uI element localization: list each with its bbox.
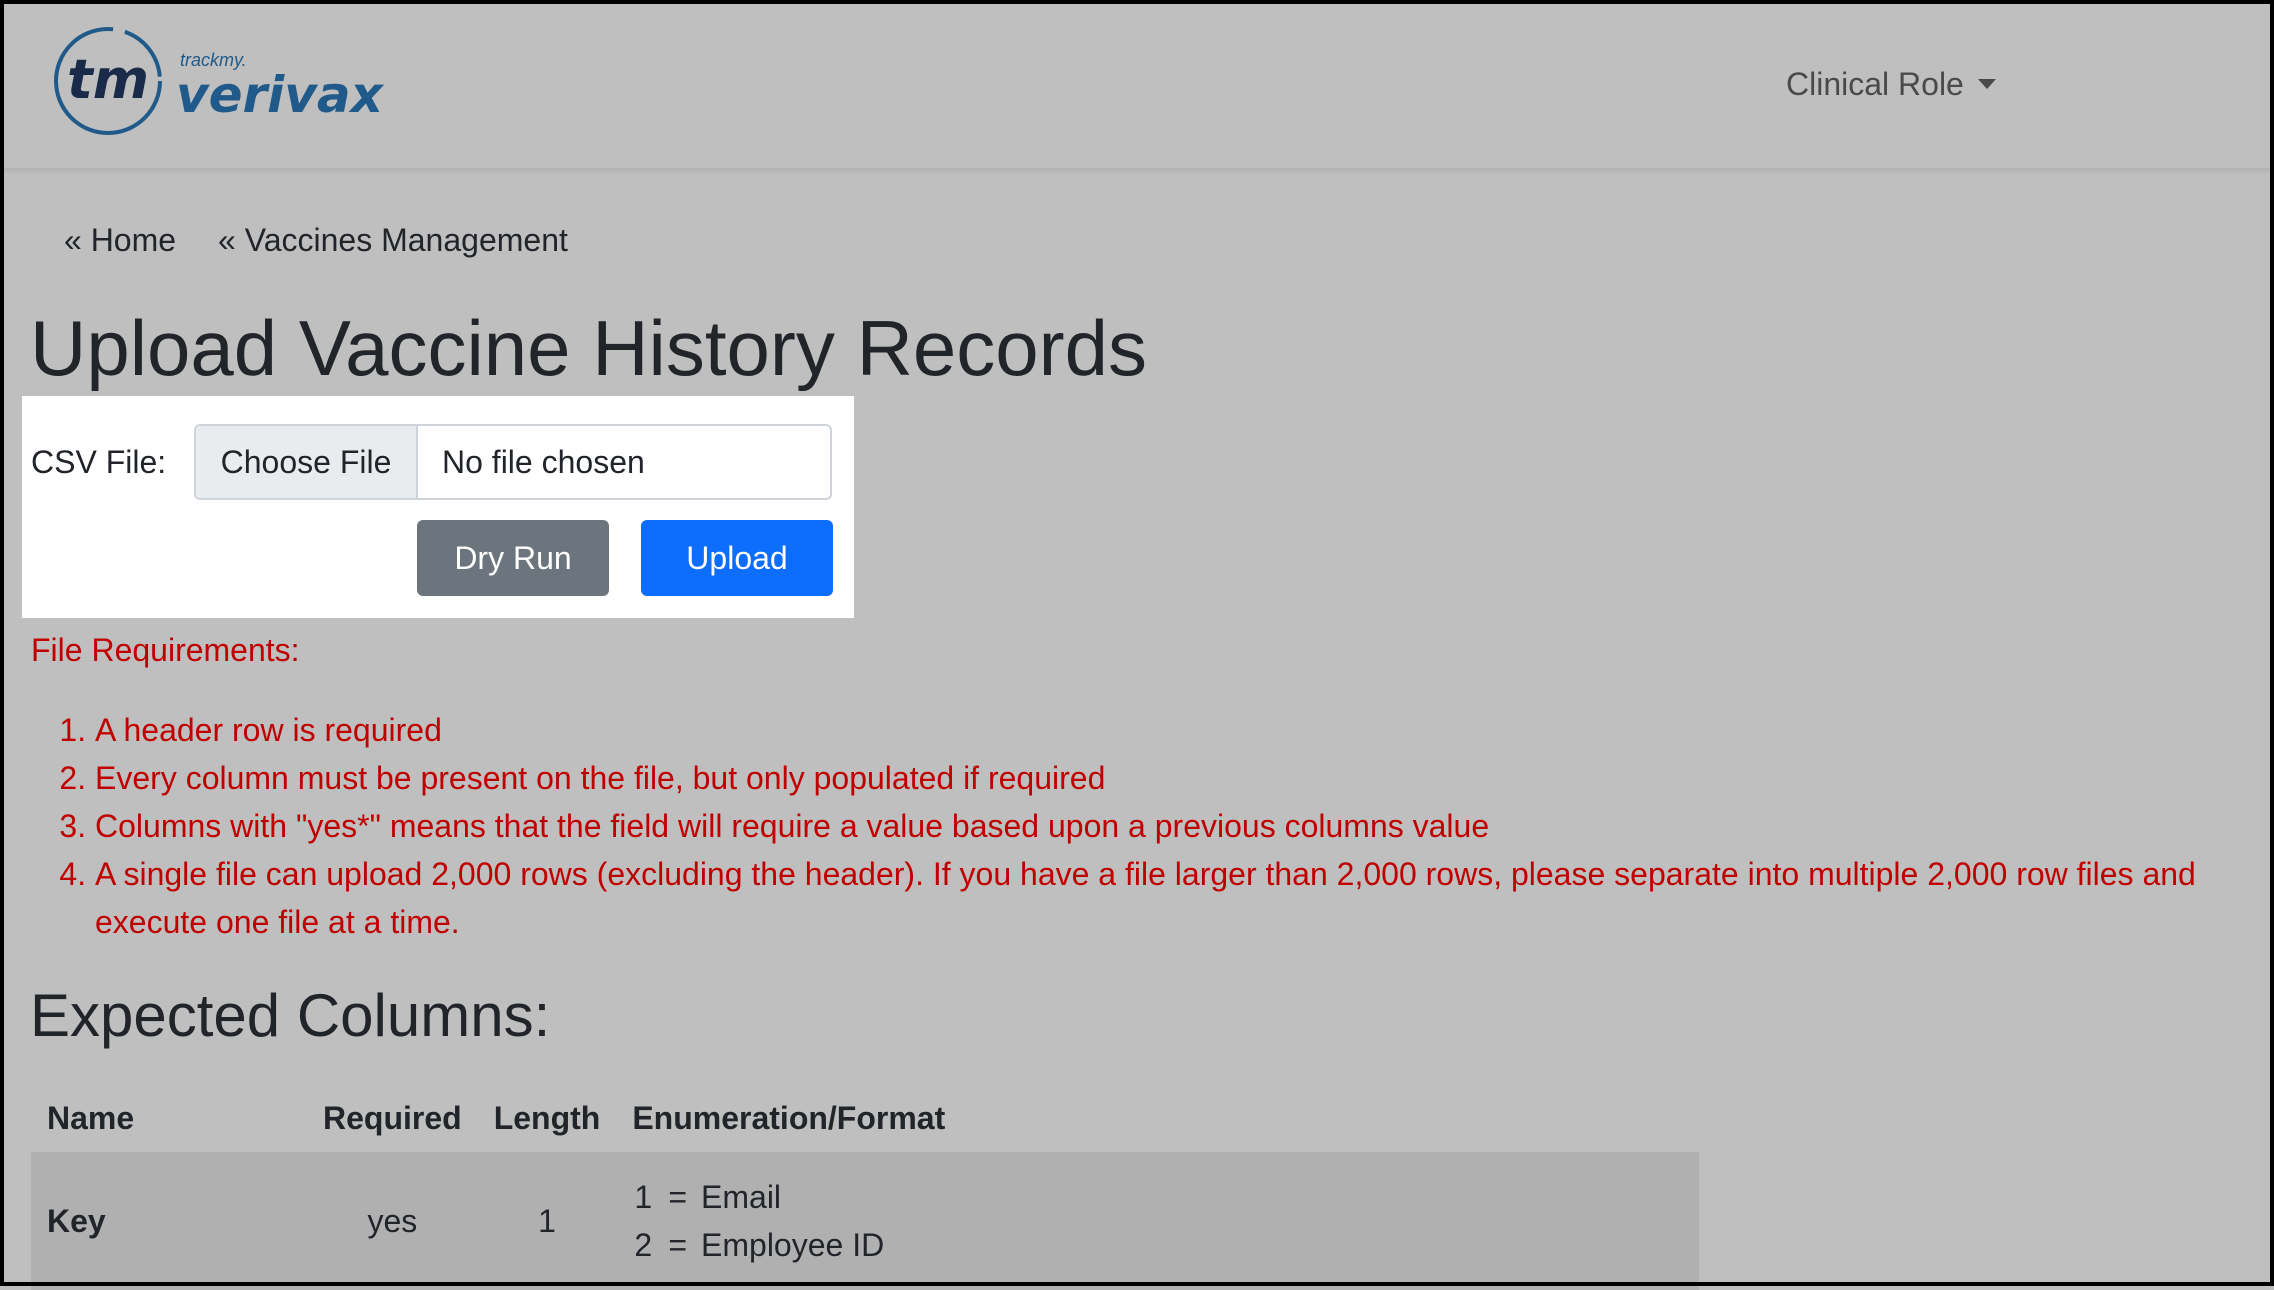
cell-length: 1 [538,1202,556,1239]
enum-number: 2 [634,1227,653,1263]
enum-item: 2 = Employee ID [632,1221,1683,1269]
enum-equals: = [668,1179,688,1215]
list-item: Every column must be present on the file… [95,754,2251,802]
cell-required: yes [367,1202,418,1239]
expected-columns-heading: Expected Columns: [30,982,551,1049]
expected-columns-table: Name Required Length Enumeration/Format … [31,1084,1699,1290]
enum-label: Email [701,1179,782,1215]
brand-logo[interactable]: tm trackmy. verivax [50,22,390,140]
enum-number: 1 [634,1179,653,1215]
list-item: A single file can upload 2,000 rows (exc… [95,850,2251,946]
page-title: Upload Vaccine History Records [30,304,1148,392]
enum-label: Employee ID [701,1227,885,1263]
table-row: Key yes 1 1 = Email 2 = Employee ID [31,1152,1699,1290]
breadcrumb-vaccines-management-link[interactable]: « Vaccines Management [218,222,568,259]
enum-item: 1 = Email [632,1173,1683,1221]
file-status-text: No file chosen [442,443,645,480]
csv-file-label: CSV File: [31,444,167,480]
brand-mark: tm [67,48,149,111]
logo-icon: tm trackmy. verivax [54,27,385,135]
column-header-required: Required [323,1099,462,1136]
list-item: Columns with "yes*" means that the field… [95,802,2251,850]
file-requirements-list: A header row is required Every column mu… [31,706,2251,946]
csv-file-input[interactable]: Choose File No file chosen [194,424,832,500]
navbar: tm trackmy. verivax Clinical Role [4,4,2270,170]
brand-main-text: verivax [176,66,385,124]
table-header-row: Name Required Length Enumeration/Format [31,1084,1699,1152]
dry-run-button[interactable]: Dry Run [417,520,609,596]
list-item: A header row is required [95,706,2251,754]
breadcrumb: « Home « Vaccines Management [64,222,610,259]
enum-equals: = [668,1227,688,1263]
caret-down-icon [1977,79,1996,89]
upload-form: CSV File: Choose File No file chosen Dry… [22,396,854,618]
column-header-name: Name [47,1099,135,1136]
column-header-length: Length [493,1099,601,1136]
choose-file-button[interactable]: Choose File [196,426,418,498]
role-menu-label: Clinical Role [1786,65,1964,102]
clinical-role-dropdown[interactable]: Clinical Role [1786,60,1996,108]
file-requirements-heading: File Requirements: [31,632,300,668]
cell-name: Key [47,1202,106,1239]
upload-button[interactable]: Upload [641,520,833,596]
cell-enumeration: 1 = Email 2 = Employee ID [616,1152,1699,1290]
breadcrumb-home-link[interactable]: « Home [64,222,176,259]
column-header-enumeration: Enumeration/Format [632,1099,946,1136]
